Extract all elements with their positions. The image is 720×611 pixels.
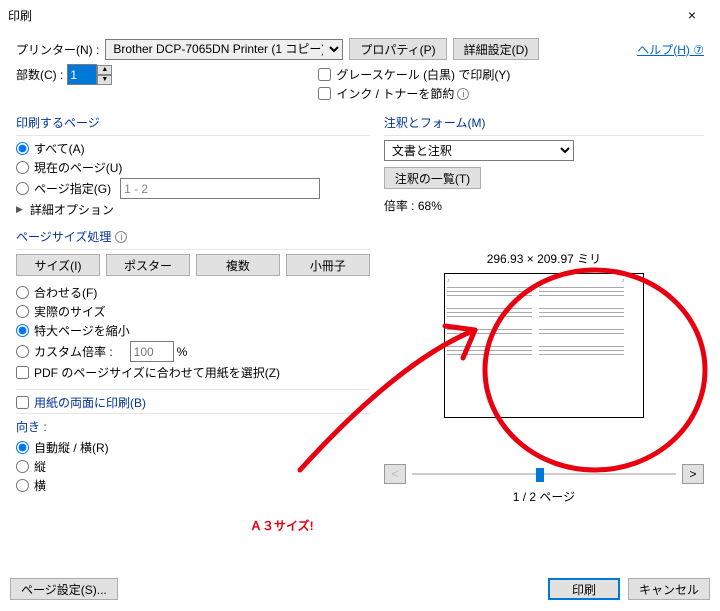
dimensions: 296.93 × 209.97 ミリ	[384, 250, 704, 267]
orientation-label: 向き :	[16, 418, 47, 435]
ink-save-checkbox[interactable]	[318, 87, 331, 100]
custom-scale-input[interactable]	[130, 341, 174, 362]
annotation-text: Ａ３サイズ!	[250, 518, 314, 533]
scale-readout: 倍率 : 68%	[384, 197, 704, 214]
comments-select[interactable]: 文書と注釈	[384, 140, 574, 161]
choose-paper-checkbox[interactable]	[16, 366, 29, 379]
grayscale-checkbox[interactable]	[318, 68, 331, 81]
opt-range-radio[interactable]	[16, 182, 29, 195]
orient-land-radio[interactable]	[16, 479, 29, 492]
page-slider[interactable]	[412, 465, 676, 483]
page-setup-button[interactable]: ページ設定(S)...	[10, 578, 118, 600]
copies-label: 部数(C) :	[16, 66, 63, 83]
cancel-button[interactable]: キャンセル	[628, 578, 710, 600]
custom-scale-radio[interactable]	[16, 345, 29, 358]
page-counter: 1 / 2 ページ	[384, 488, 704, 505]
info-icon[interactable]: i	[115, 231, 127, 243]
advanced-button[interactable]: 詳細設定(D)	[453, 38, 540, 60]
print-button[interactable]: 印刷	[548, 578, 620, 600]
preview: ♪ ♪	[444, 273, 644, 418]
tab-booklet[interactable]: 小冊子	[286, 254, 370, 276]
tab-multi[interactable]: 複数	[196, 254, 280, 276]
page-range-input[interactable]	[120, 178, 320, 199]
info-icon[interactable]: i	[457, 88, 469, 100]
grayscale-label: グレースケール (白黒) で印刷(Y)	[336, 66, 510, 83]
duplex-checkbox[interactable]	[16, 396, 29, 409]
next-page-button[interactable]: >	[682, 464, 704, 484]
window-title: 印刷	[8, 7, 672, 24]
fit-radio[interactable]	[16, 286, 29, 299]
section-page-size: ページサイズ処理	[16, 228, 111, 245]
help-link[interactable]: ヘルプ(H) ⑦	[637, 41, 704, 58]
copies-down-icon[interactable]: ▼	[97, 75, 112, 85]
tab-size[interactable]: サイズ(I)	[16, 254, 100, 276]
section-comments: 注釈とフォーム(M)	[384, 114, 486, 131]
ink-save-label: インク / トナーを節約	[336, 85, 454, 102]
comments-list-button[interactable]: 注釈の一覧(T)	[384, 167, 481, 189]
tab-poster[interactable]: ポスター	[106, 254, 190, 276]
shrink-radio[interactable]	[16, 324, 29, 337]
copies-input[interactable]	[67, 64, 97, 85]
prev-page-button[interactable]: <	[384, 464, 406, 484]
copies-up-icon[interactable]: ▲	[97, 65, 112, 75]
advanced-options-toggle[interactable]: 詳細オプション	[16, 201, 370, 218]
opt-current-radio[interactable]	[16, 161, 29, 174]
opt-all-radio[interactable]	[16, 142, 29, 155]
properties-button[interactable]: プロパティ(P)	[349, 38, 446, 60]
copies-stepper[interactable]: ▲ ▼	[67, 64, 112, 85]
printer-label: プリンター(N) :	[16, 41, 99, 58]
orient-port-radio[interactable]	[16, 460, 29, 473]
orient-auto-radio[interactable]	[16, 441, 29, 454]
printer-select[interactable]: Brother DCP-7065DN Printer (1 コピー)	[105, 39, 343, 60]
actual-radio[interactable]	[16, 305, 29, 318]
section-print-pages: 印刷するページ	[16, 114, 100, 131]
close-icon[interactable]: ×	[672, 7, 712, 23]
